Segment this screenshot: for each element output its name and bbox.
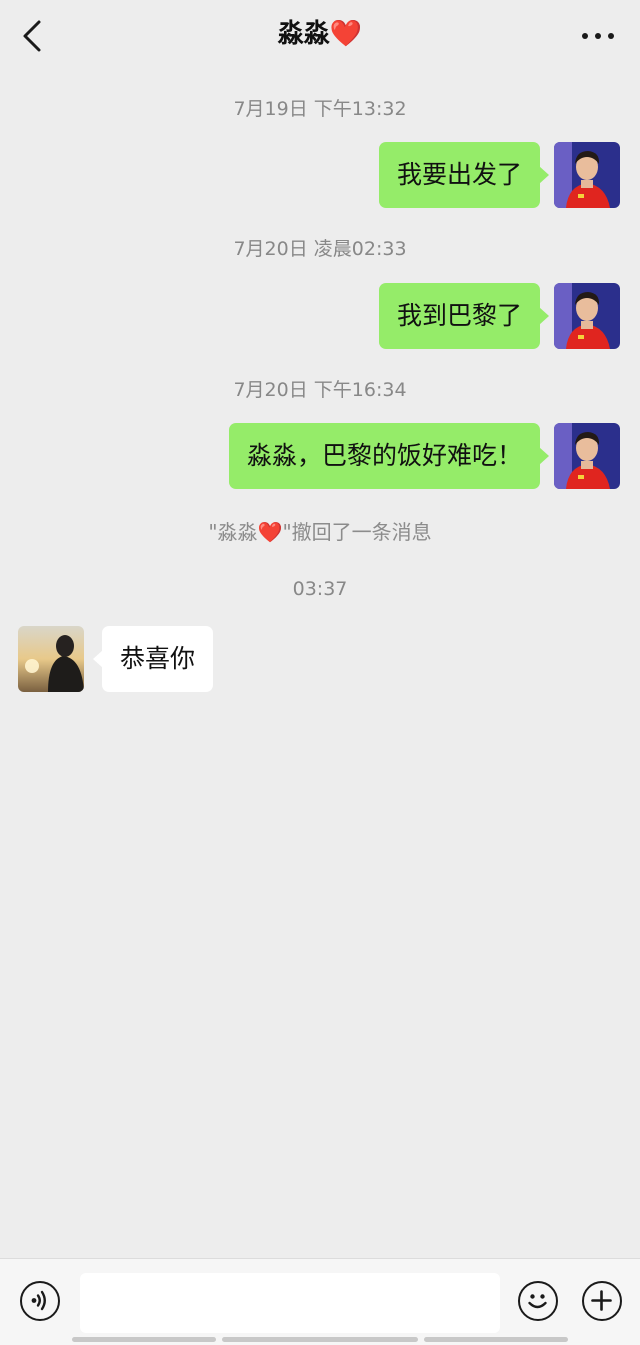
my-avatar[interactable] — [554, 283, 620, 349]
chat-header: 淼淼❤️ — [0, 0, 640, 72]
message-bubble-outgoing[interactable]: 我要出发了 — [378, 142, 550, 208]
my-avatar[interactable] — [554, 423, 620, 489]
message-bubble-outgoing[interactable]: 淼淼，巴黎的饭好难吃！ — [228, 423, 550, 489]
voice-icon — [31, 1290, 46, 1311]
plus-button[interactable] — [582, 1281, 622, 1321]
emoji-button[interactable] — [518, 1281, 558, 1321]
more-button[interactable] — [578, 18, 618, 54]
recall-notice: "淼淼❤️"撤回了一条消息 — [0, 516, 640, 545]
message-row-incoming: 恭喜你 — [0, 626, 640, 694]
input-bar — [0, 1258, 640, 1345]
recall-text: "撤回了一条消息 — [282, 520, 432, 544]
recall-sender: "淼淼 — [208, 520, 258, 544]
more-dots-icon — [582, 33, 614, 39]
emoji-icon — [528, 1294, 547, 1309]
heart-icon: ❤️ — [329, 19, 363, 49]
avatar-image — [554, 423, 620, 489]
message-row-outgoing: 淼淼，巴黎的饭好难吃！ — [0, 423, 640, 491]
home-indicator-segment — [222, 1337, 418, 1342]
timestamp: 7月20日 下午16:34 — [233, 379, 407, 401]
home-indicator-segment — [424, 1337, 568, 1342]
message-input[interactable] — [80, 1273, 500, 1333]
message-bubble-outgoing[interactable]: 我到巴黎了 — [378, 283, 550, 349]
contact-avatar[interactable] — [18, 626, 84, 692]
timestamp: 7月20日 凌晨02:33 — [233, 238, 407, 260]
home-indicator-segment — [72, 1337, 216, 1342]
chat-title-name: 淼淼 — [277, 19, 330, 49]
message-row-outgoing: 我要出发了 — [0, 142, 640, 210]
timestamp: 7月19日 下午13:32 — [233, 98, 407, 120]
plus-icon — [591, 1290, 612, 1311]
message-row-outgoing: 我到巴黎了 — [0, 283, 640, 351]
heart-icon: ❤️ — [257, 520, 283, 544]
chat-title: 淼淼❤️ — [0, 14, 640, 54]
message-bubble-incoming[interactable]: 恭喜你 — [92, 626, 214, 692]
timestamp: 03:37 — [292, 578, 348, 600]
avatar-image — [554, 142, 620, 208]
voice-button[interactable] — [20, 1281, 60, 1321]
my-avatar[interactable] — [554, 142, 620, 208]
avatar-image — [18, 626, 84, 692]
avatar-image — [554, 283, 620, 349]
